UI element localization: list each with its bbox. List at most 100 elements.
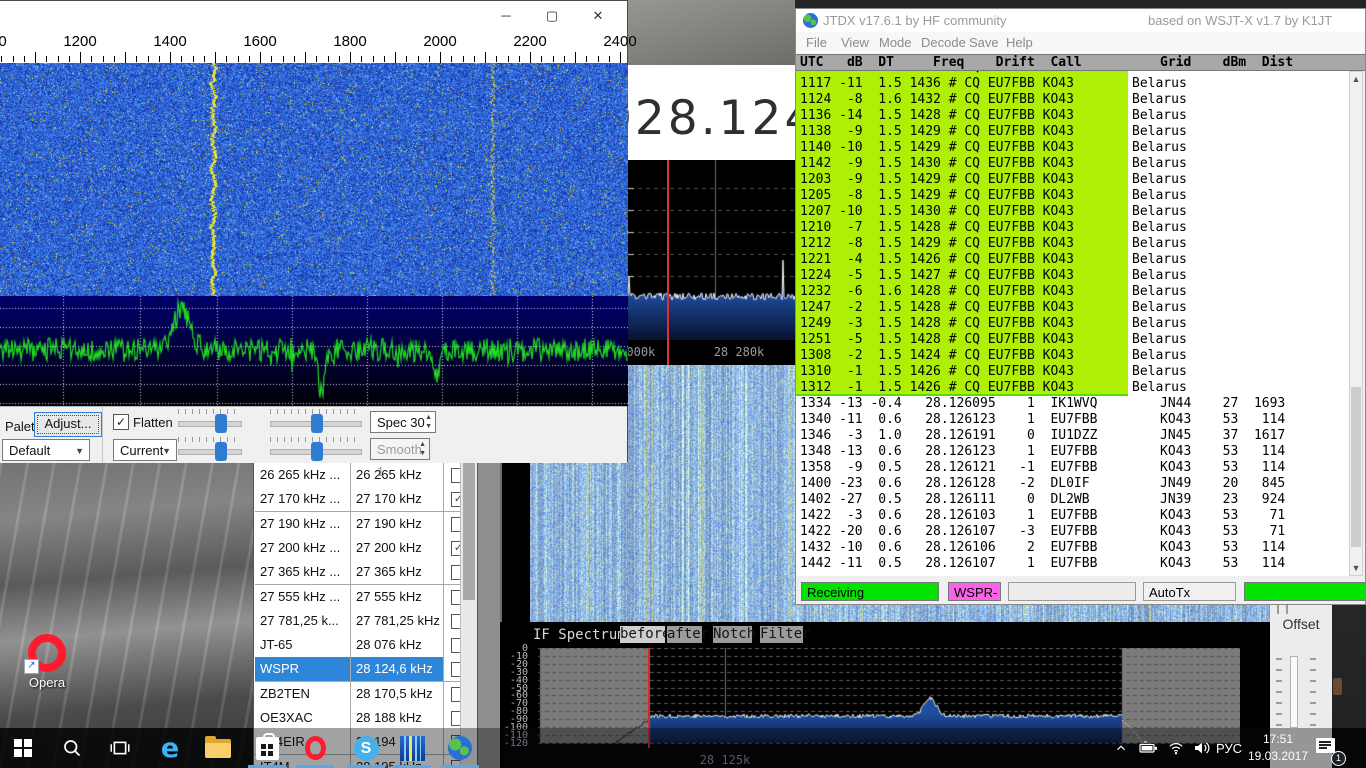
if-filter-button[interactable]: Filter [760, 626, 803, 643]
decode-row[interactable]: 1358 -9 0.5 28.126121 -1 EU7FBB KO43 53 … [796, 460, 1349, 476]
action-center-button[interactable] [1316, 738, 1335, 753]
memory-row[interactable]: 27 190 kHz ...27 190 kHz [255, 512, 462, 537]
memory-frequency[interactable]: 27 555 kHz [351, 585, 444, 609]
decode-row[interactable]: 1308 -2 1.5 1424 # CQ EU7FBB KO43Belarus [796, 348, 1349, 364]
decode-table-scrollbar[interactable]: ▲ ▼ [1349, 71, 1363, 576]
scrollbar-thumb[interactable] [1351, 387, 1361, 547]
decode-row[interactable]: 1221 -4 1.5 1426 # CQ EU7FBB KO43Belarus [796, 252, 1349, 268]
close-button[interactable]: ✕ [587, 5, 609, 27]
decode-row[interactable]: 1140 -10 1.5 1429 # CQ EU7FBB KO43Belaru… [796, 140, 1349, 156]
decode-row[interactable]: 1232 -6 1.6 1428 # CQ EU7FBB KO43Belarus [796, 284, 1349, 300]
memory-name[interactable]: 27 555 kHz ... [255, 585, 351, 609]
opera-desktop-shortcut[interactable]: ↗ Opera [10, 634, 84, 700]
decode-row[interactable]: 1312 -1 1.5 1426 # CQ EU7FBB KO43Belarus [796, 380, 1349, 396]
decode-row[interactable]: 1247 -2 1.5 1428 # CQ EU7FBB KO43Belarus [796, 300, 1349, 316]
menu-help[interactable]: Help [1006, 35, 1033, 50]
memory-frequency[interactable]: 28 170,5 kHz [351, 682, 444, 706]
jtdx-titlebar[interactable]: JTDX v17.6.1 by HF community based on WS… [796, 9, 1365, 32]
decode-row[interactable]: 1251 -5 1.5 1428 # CQ EU7FBB KO43Belarus [796, 332, 1349, 348]
palette-combobox[interactable]: Default▼ [2, 439, 90, 461]
volume-indicator[interactable] [1187, 728, 1217, 768]
decode-row[interactable]: 1422 -3 0.6 28.126103 1 EU7FBB KO43 53 7… [796, 508, 1349, 524]
decode-row[interactable]: 1432 -10 0.6 28.126106 2 EU7FBB KO43 53 … [796, 540, 1349, 556]
minimize-button[interactable]: ─ [495, 5, 517, 27]
decode-row[interactable]: 1346 -3 1.0 28.126191 0 IU1DZZ JN45 37 1… [796, 428, 1349, 444]
search-button[interactable] [50, 728, 94, 768]
memory-row[interactable]: 27 365 kHz ...27 365 kHz [255, 560, 462, 585]
clock[interactable]: 17:51 19.03.2017 [1243, 731, 1313, 765]
decode-row[interactable]: 1210 -7 1.5 1428 # CQ EU7FBB KO43Belarus [796, 220, 1349, 236]
decode-row[interactable]: 1348 -13 0.6 28.126123 1 EU7FBB KO43 53 … [796, 444, 1349, 460]
if-after-button[interactable]: after [667, 626, 702, 643]
memory-frequency[interactable]: 26 265 kHz [351, 463, 444, 487]
memory-row[interactable]: 27 170 kHz ...27 170 kHz✓ [255, 487, 462, 512]
decode-row[interactable]: 1212 -8 1.5 1429 # CQ EU7FBB KO43Belarus [796, 236, 1349, 252]
decode-row[interactable]: 1203 -9 1.5 1429 # CQ EU7FBB KO43Belarus [796, 172, 1349, 188]
decode-row[interactable]: 1205 -8 1.5 1429 # CQ EU7FBB KO43Belarus [796, 188, 1349, 204]
memory-name[interactable]: 27 781,25 k... [255, 609, 351, 633]
decode-row[interactable]: 1340 -11 0.6 28.126123 1 EU7FBB KO43 53 … [796, 412, 1349, 428]
memory-row[interactable]: JT-6528 076 kHz [255, 633, 462, 658]
waterfall-zero-slider[interactable] [270, 421, 362, 427]
decode-row[interactable]: 1310 -1 1.5 1426 # CQ EU7FBB KO43Belarus [796, 364, 1349, 380]
memory-name[interactable]: ZB2TEN [255, 682, 351, 706]
memory-name[interactable]: OE3XAC [255, 706, 351, 730]
store-button[interactable] [245, 728, 289, 768]
menu-file[interactable]: File [806, 35, 827, 50]
sdr-app-button[interactable] [390, 728, 434, 768]
autotx-button[interactable]: AutoTx Disarmed [1143, 582, 1236, 601]
edge-button[interactable]: e [148, 728, 192, 768]
decode-row[interactable]: 1334 -13 -0.4 28.126095 1 IK1WVQ JN44 27… [796, 396, 1349, 412]
memory-frequency[interactable]: 27 781,25 kHz [351, 609, 444, 633]
memory-frequency[interactable]: 28 076 kHz [351, 633, 444, 657]
decode-row[interactable]: 1402 -27 0.5 28.126111 0 DL2WB JN39 23 9… [796, 492, 1349, 508]
decode-row[interactable]: 1224 -5 1.5 1427 # CQ EU7FBB KO43Belarus [796, 268, 1349, 284]
language-indicator[interactable]: РУС [1216, 741, 1242, 756]
spectrum-trace-display[interactable] [0, 296, 628, 406]
memory-frequency[interactable]: 27 170 kHz [351, 487, 444, 511]
menu-decode[interactable]: Decode [921, 35, 966, 50]
memory-name[interactable]: 26 265 kHz ... [255, 463, 351, 487]
memory-list-scrollbar[interactable] [460, 456, 477, 767]
scroll-up-icon[interactable]: ▲ [1350, 72, 1362, 86]
menu-view[interactable]: View [841, 35, 869, 50]
memory-name[interactable]: WSPR [255, 657, 351, 681]
smooth-spinbox[interactable]: Smooth 1▲▼ [370, 438, 430, 460]
memory-frequency[interactable]: 27 190 kHz [351, 512, 444, 536]
spec-percent-spinbox[interactable]: Spec 30 %▲▼ [370, 411, 436, 433]
opera-taskbar-button[interactable] [293, 728, 337, 768]
decode-row[interactable]: 1136 -14 1.5 1428 # CQ EU7FBB KO43Belaru… [796, 108, 1349, 124]
memory-frequency[interactable]: 28 124,6 kHz [351, 657, 444, 681]
memory-name[interactable]: 27 200 kHz ... [255, 536, 351, 560]
memory-frequency[interactable]: 27 365 kHz [351, 560, 444, 584]
memory-name[interactable]: 27 365 kHz ... [255, 560, 351, 584]
memory-name[interactable]: JT-65 [255, 633, 351, 657]
memory-row[interactable]: 26 265 kHz ...26 265 kHz [255, 463, 462, 488]
memory-frequency[interactable]: 28 188 kHz [351, 706, 444, 730]
menu-save[interactable]: Save [969, 35, 999, 50]
decode-row[interactable]: 1142 -9 1.5 1430 # CQ EU7FBB KO43Belarus [796, 156, 1349, 172]
memory-row[interactable]: 27 555 kHz ...27 555 kHz [255, 585, 462, 610]
file-explorer-button[interactable] [196, 728, 240, 768]
waterfall-gain-slider[interactable] [178, 421, 242, 427]
spectrum-gain-slider[interactable] [178, 449, 242, 455]
maximize-button[interactable]: ▢ [541, 5, 563, 27]
decode-row[interactable]: 1138 -9 1.5 1429 # CQ EU7FBB KO43Belarus [796, 124, 1349, 140]
decode-row[interactable]: 1124 -8 1.6 1432 # CQ EU7FBB KO43Belarus [796, 92, 1349, 108]
memory-row[interactable]: ZB2TEN28 170,5 kHz [255, 682, 462, 707]
battery-indicator[interactable] [1134, 728, 1164, 768]
flatten-checkbox[interactable]: ✓ [113, 414, 129, 430]
task-view-button[interactable] [98, 728, 142, 768]
menu-mode[interactable]: Mode [879, 35, 912, 50]
decode-row[interactable]: 1249 -3 1.5 1428 # CQ EU7FBB KO43Belarus [796, 316, 1349, 332]
adjust-button[interactable]: Adjust... [34, 412, 102, 437]
data-source-combobox[interactable]: Current▼ [113, 439, 177, 461]
memory-name[interactable]: 27 190 kHz ... [255, 512, 351, 536]
memory-row[interactable]: 27 200 kHz ...27 200 kHz✓ [255, 536, 462, 561]
wide-graph-titlebar[interactable]: ─ ▢ ✕ [0, 1, 627, 32]
decode-row[interactable]: 1422 -20 0.6 28.126107 -3 EU7FBB KO43 53… [796, 524, 1349, 540]
offset-slider[interactable] [1290, 656, 1298, 728]
memory-row[interactable]: WSPR28 124,6 kHz [255, 657, 462, 682]
if-notch-button[interactable]: Notch [713, 626, 752, 643]
memory-name[interactable]: 27 170 kHz ... [255, 487, 351, 511]
